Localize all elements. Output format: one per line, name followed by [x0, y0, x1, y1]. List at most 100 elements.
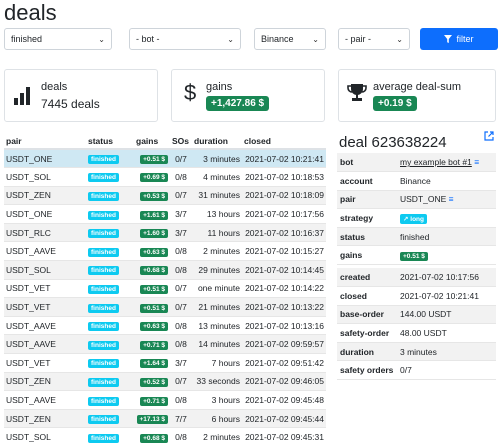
- cell-sos: 0/7: [170, 149, 192, 169]
- col-closed[interactable]: closed: [242, 134, 326, 150]
- cell-gains: +1.60 $: [134, 223, 170, 243]
- gains-badge: +1.61 $: [140, 210, 168, 220]
- detail-key: strategy: [337, 208, 397, 228]
- cell-closed: 2021-07-02 09:46:05: [242, 372, 326, 392]
- cell-status: finished: [86, 390, 134, 410]
- bot-select[interactable]: - bot - ⌄: [129, 28, 241, 50]
- detail-value-cell: Binance: [397, 171, 496, 191]
- cell-gains: +0.52 $: [134, 372, 170, 392]
- detail-row-account: account Binance: [337, 171, 496, 191]
- status-select[interactable]: finished ⌄: [4, 28, 112, 50]
- status-badge: finished: [88, 173, 119, 183]
- status-badge: finished: [88, 247, 119, 257]
- status-badge: finished: [88, 191, 119, 201]
- detail-key: created: [337, 268, 397, 288]
- bar-chart-icon: [14, 87, 30, 105]
- cell-status: finished: [86, 279, 134, 299]
- detail-row-gains: gains +0.51 $: [337, 245, 496, 266]
- detail-key: base-order: [337, 305, 397, 325]
- cell-status: finished: [86, 204, 134, 224]
- gains-badge: +1.64 $: [140, 359, 168, 369]
- gains-badge: +0.68 $: [140, 266, 168, 276]
- detail-row-duration: duration 3 minutes: [337, 342, 496, 362]
- cell-pair: USDT_SOL: [4, 427, 86, 445]
- detail-value-cell: finished: [397, 227, 496, 247]
- cell-duration: 31 minutes: [192, 186, 242, 206]
- status-badge: finished: [88, 340, 119, 350]
- deals-card-label: deals: [41, 81, 68, 93]
- cell-pair: USDT_RLC: [4, 223, 86, 243]
- arrow-up-right-icon: ↗: [403, 215, 409, 223]
- status-badge: finished: [88, 210, 119, 220]
- pair-select[interactable]: - pair - ⌄: [338, 28, 410, 50]
- cell-duration: 21 minutes: [192, 297, 242, 317]
- detail-key: closed: [337, 286, 397, 306]
- cell-closed: 2021-07-02 10:14:22: [242, 279, 326, 299]
- filter-button[interactable]: filter: [420, 28, 498, 50]
- cell-closed: 2021-07-02 10:13:22: [242, 297, 326, 317]
- gains-card: $ gains +1,427.86 $: [171, 69, 325, 122]
- cell-pair: USDT_AAVE: [4, 241, 86, 262]
- cell-sos: 0/8: [170, 316, 192, 336]
- col-sos[interactable]: SOs: [170, 134, 192, 150]
- detail-row-base-order: base-order 144.00 USDT: [337, 305, 496, 325]
- cell-pair: USDT_ZEN: [4, 186, 86, 206]
- cell-closed: 2021-07-02 09:45:31: [242, 427, 326, 445]
- detail-value: 2021-07-02 10:21:41: [400, 290, 479, 301]
- table-row[interactable]: USDT_ONE finished +0.51 $0/7 3 minutes 2021-…: [4, 149, 326, 169]
- filter-button-label: filter: [456, 34, 474, 44]
- cell-gains: +0.71 $: [134, 334, 170, 355]
- detail-row-bot: bot my example bot #1 ≡: [337, 153, 496, 173]
- table-row[interactable]: USDT_ZEN finished +17.13 $7/7 6 hours 2021-0…: [4, 409, 326, 429]
- table-row[interactable]: USDT_VET finished +0.51 $0/7 21 minutes 2021…: [4, 297, 326, 317]
- detail-value-cell: my example bot #1 ≡: [397, 153, 496, 173]
- filter-bar: finished ⌄ - bot - ⌄ Binance ⌄ - pair - …: [4, 28, 498, 50]
- table-row[interactable]: USDT_ZEN finished +0.53 $0/7 31 minutes 2021…: [4, 186, 326, 206]
- detail-key: bot: [337, 153, 397, 173]
- status-badge: finished: [88, 396, 119, 406]
- external-link-icon[interactable]: [484, 131, 494, 141]
- gains-badge: +17.13 $: [136, 415, 168, 425]
- cell-pair: USDT_ZEN: [4, 409, 86, 429]
- table-row[interactable]: USDT_AAVE finished +0.71 $0/8 3 hours 2021-0…: [4, 390, 326, 410]
- gains-badge: +0.51 $: [140, 155, 168, 165]
- detail-value: Binance: [400, 175, 431, 186]
- cell-status: finished: [86, 353, 134, 373]
- status-badge: finished: [88, 322, 119, 332]
- col-pair[interactable]: pair: [4, 134, 86, 150]
- table-row[interactable]: USDT_VET finished +1.64 $3/7 7 hours 2021-07…: [4, 353, 326, 373]
- detail-row-status: status finished: [337, 227, 496, 247]
- cell-status: finished: [86, 334, 134, 355]
- cell-closed: 2021-07-02 10:18:09: [242, 186, 326, 206]
- cell-status: finished: [86, 186, 134, 206]
- cell-status: finished: [86, 260, 134, 280]
- col-status[interactable]: status: [86, 134, 134, 150]
- table-row[interactable]: USDT_ZEN finished +0.52 $0/7 33 seconds 2021…: [4, 372, 326, 392]
- cell-duration: 3 minutes: [192, 149, 242, 169]
- table-row[interactable]: USDT_RLC finished +1.60 $3/7 11 hours 2021-0…: [4, 223, 326, 243]
- cell-pair: USDT_SOL: [4, 260, 86, 280]
- list-icon[interactable]: ≡: [449, 194, 454, 204]
- detail-key: status: [337, 227, 397, 247]
- detail-value-cell: 2021-07-02 10:21:41: [397, 286, 496, 306]
- table-row[interactable]: USDT_SOL finished +0.68 $0/8 2 minutes 2021-…: [4, 427, 326, 445]
- strategy-badge: ↗ long: [400, 213, 427, 224]
- table-row[interactable]: USDT_SOL finished +0.69 $0/8 4 minutes 2021-…: [4, 167, 326, 187]
- list-icon[interactable]: ≡: [474, 157, 479, 167]
- status-badge: finished: [88, 415, 119, 425]
- bot-link[interactable]: my example bot #1: [400, 157, 472, 167]
- table-row[interactable]: USDT_VET finished +0.51 $0/7 one minute 2021…: [4, 279, 326, 299]
- table-row[interactable]: USDT_ONE finished +1.61 $3/7 13 hours 2021-0…: [4, 204, 326, 224]
- table-row[interactable]: USDT_AAVE finished +0.63 $0/8 2 minutes 2021…: [4, 241, 326, 262]
- exchange-select[interactable]: Binance ⌄: [254, 28, 326, 50]
- col-duration[interactable]: duration: [192, 134, 242, 150]
- detail-key: safety-order: [337, 323, 397, 343]
- col-gains[interactable]: gains: [134, 134, 170, 150]
- cell-pair: USDT_VET: [4, 353, 86, 373]
- table-row[interactable]: USDT_AAVE finished +0.63 $0/8 13 minutes 202…: [4, 316, 326, 336]
- cell-pair: USDT_VET: [4, 279, 86, 299]
- table-row[interactable]: USDT_AAVE finished +0.71 $0/8 14 minutes 202…: [4, 334, 326, 355]
- cell-closed: 2021-07-02 10:16:37: [242, 223, 326, 243]
- table-row[interactable]: USDT_SOL finished +0.68 $0/8 29 minutes 2021…: [4, 260, 326, 280]
- detail-key: account: [337, 171, 397, 191]
